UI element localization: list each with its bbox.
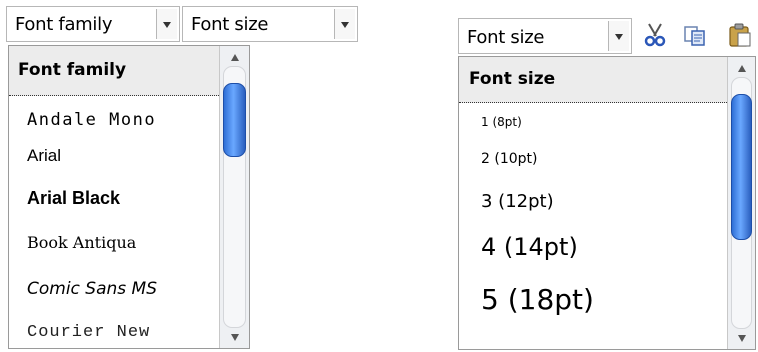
font-size-menu-header-label: Font size: [469, 69, 556, 89]
font-option-comic-sans-ms[interactable]: Comic Sans MS: [27, 279, 157, 299]
font-size-scrollbar[interactable]: [727, 57, 755, 349]
scrollbar-thumb[interactable]: [731, 94, 752, 240]
chevron-down-icon: [163, 22, 171, 28]
scroll-up-button[interactable]: [728, 57, 755, 77]
font-size-option-3[interactable]: 3 (12pt): [481, 191, 554, 212]
font-size-option-5[interactable]: 5 (18pt): [481, 283, 594, 316]
font-option-courier-new[interactable]: Courier New: [27, 323, 150, 342]
font-size-dropdown-button[interactable]: [334, 9, 355, 39]
chevron-down-icon: [341, 22, 349, 28]
scroll-down-arrow-icon: [737, 335, 746, 342]
scrollbar-thumb[interactable]: [223, 83, 246, 157]
font-size-menu: Font size 1 (8pt) 2 (10pt) 3 (12pt) 4 (1…: [458, 56, 756, 350]
font-size-select-right-label: Font size: [467, 27, 545, 48]
font-family-menu-header-label: Font family: [18, 60, 127, 80]
font-size-select-label: Font size: [191, 14, 269, 35]
scroll-up-arrow-icon: [737, 65, 746, 72]
font-size-option-2[interactable]: 2 (10pt): [481, 151, 537, 167]
font-family-select[interactable]: Font family: [6, 6, 180, 42]
font-size-right-dropdown-button[interactable]: [608, 21, 629, 51]
font-size-select[interactable]: Font size: [182, 6, 358, 42]
chevron-down-icon: [615, 34, 623, 40]
font-option-arial-black[interactable]: Arial Black: [27, 188, 120, 209]
font-family-menu-header: Font family: [9, 46, 249, 96]
font-family-menu: Font family Andale Mono Arial Arial Blac…: [8, 45, 250, 349]
font-family-dropdown-button[interactable]: [156, 9, 177, 39]
scrollbar-track[interactable]: [223, 66, 246, 328]
copy-icon[interactable]: [682, 22, 708, 48]
font-family-scrollbar[interactable]: [219, 46, 249, 348]
scroll-down-arrow-icon: [230, 334, 239, 341]
scroll-down-button[interactable]: [220, 328, 249, 348]
cut-icon[interactable]: [642, 22, 668, 48]
font-option-andale-mono[interactable]: Andale Mono: [27, 110, 156, 130]
font-option-book-antiqua[interactable]: Book Antiqua: [27, 233, 136, 252]
scrollbar-track[interactable]: [731, 77, 752, 329]
scroll-up-button[interactable]: [220, 46, 249, 66]
font-family-select-label: Font family: [15, 14, 113, 35]
scroll-down-button[interactable]: [728, 329, 755, 349]
scroll-up-arrow-icon: [230, 54, 239, 61]
font-option-arial[interactable]: Arial: [27, 146, 61, 166]
font-size-select-right[interactable]: Font size: [458, 18, 632, 54]
font-size-option-4[interactable]: 4 (14pt): [481, 233, 578, 261]
paste-icon[interactable]: [728, 22, 754, 48]
font-size-menu-header: Font size: [459, 57, 755, 103]
font-size-option-1[interactable]: 1 (8pt): [481, 115, 522, 129]
